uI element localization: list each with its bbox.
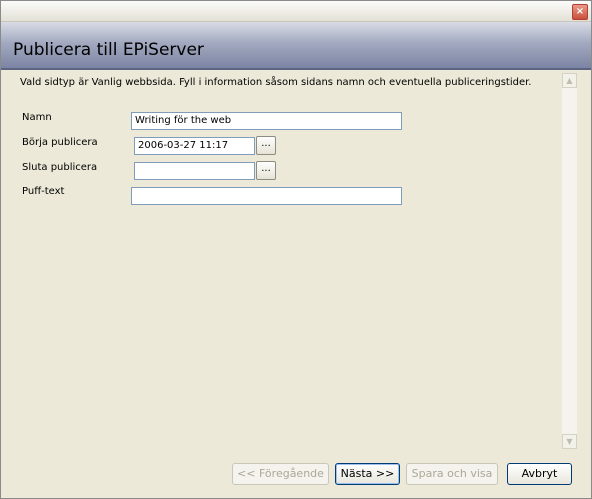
puff-text-label: Puff-text bbox=[22, 186, 65, 197]
wizard-content: Vald sidtyp är Vanlig webbsida. Fyll i i… bbox=[6, 70, 577, 452]
next-button[interactable]: Nästa >> bbox=[335, 463, 400, 485]
close-icon: × bbox=[575, 6, 585, 17]
scroll-down-button[interactable]: ▼ bbox=[562, 434, 577, 449]
title-bar: × bbox=[1, 1, 591, 22]
puff-text-field[interactable] bbox=[131, 187, 402, 205]
page-title: Publicera till EPiServer bbox=[13, 40, 204, 60]
stop-publish-browse-button[interactable]: ... bbox=[256, 161, 276, 180]
close-button[interactable]: × bbox=[572, 4, 588, 20]
previous-button[interactable]: << Föregående bbox=[232, 463, 329, 485]
name-field[interactable]: Writing för the web bbox=[131, 112, 402, 130]
stop-publish-field[interactable] bbox=[134, 162, 255, 180]
dialog-window: × Publicera till EPiServer Vald sidtyp ä… bbox=[0, 0, 592, 499]
cancel-button[interactable]: Avbryt bbox=[507, 463, 572, 485]
stop-publish-label: Sluta publicera bbox=[22, 162, 98, 173]
intro-text: Vald sidtyp är Vanlig webbsida. Fyll i i… bbox=[20, 77, 532, 88]
arrow-down-icon: ▼ bbox=[566, 437, 573, 446]
save-and-view-button[interactable]: Spara och visa bbox=[406, 463, 498, 485]
vertical-scrollbar[interactable]: ▲ ▼ bbox=[562, 73, 577, 449]
start-publish-label: Börja publicera bbox=[22, 137, 98, 148]
start-publish-field[interactable]: 2006-03-27 11:17 bbox=[134, 137, 255, 155]
scroll-up-button[interactable]: ▲ bbox=[562, 73, 577, 88]
start-publish-browse-button[interactable]: ... bbox=[256, 136, 276, 155]
wizard-header: Publicera till EPiServer bbox=[1, 22, 591, 68]
name-label: Namn bbox=[22, 112, 52, 123]
arrow-up-icon: ▲ bbox=[566, 76, 573, 85]
